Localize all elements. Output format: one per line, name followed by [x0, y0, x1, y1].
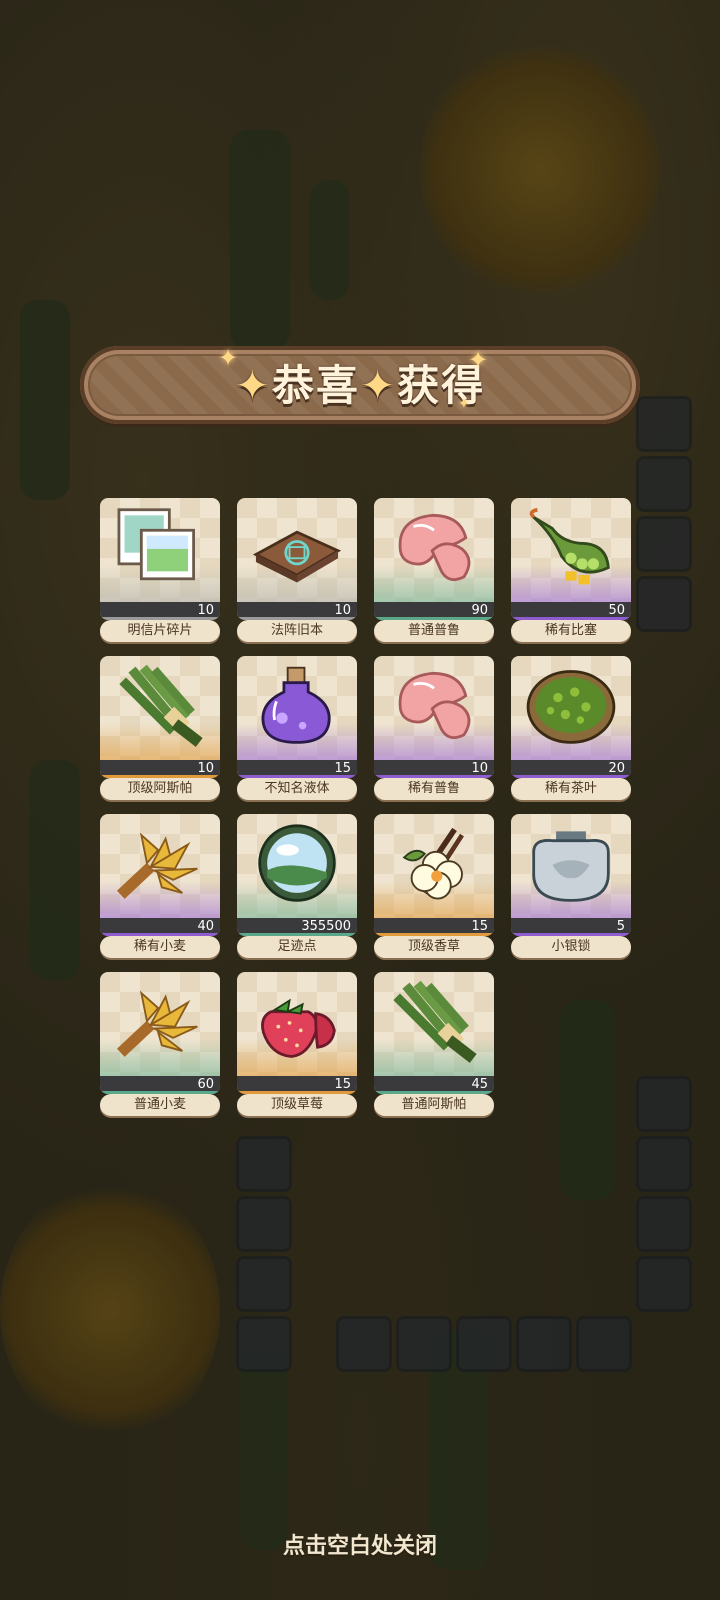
- item-frame: 10: [374, 656, 494, 778]
- asparagus-icon: [393, 980, 477, 1063]
- footprint-orb-icon: [258, 824, 336, 902]
- reward-item-card[interactable]: 10 顶级阿斯帕: [100, 656, 220, 800]
- item-frame: 60: [100, 972, 220, 1094]
- old-book-icon: [252, 530, 342, 583]
- item-frame: 10: [237, 498, 357, 620]
- item-frame: 15: [374, 814, 494, 936]
- item-count: 10: [100, 602, 220, 620]
- item-name: 明信片碎片: [100, 620, 220, 642]
- item-frame: 15: [237, 656, 357, 778]
- item-name: 小银锁: [511, 936, 631, 958]
- reward-item-card[interactable]: 90 普通普鲁: [374, 498, 494, 642]
- item-frame: 45: [374, 972, 494, 1094]
- reward-item-card[interactable]: 45 普通阿斯帕: [374, 972, 494, 1116]
- reward-item-card[interactable]: 15 顶级香草: [374, 814, 494, 958]
- reward-item-card[interactable]: 15 不知名液体: [237, 656, 357, 800]
- modal-overlay[interactable]: [0, 0, 720, 1600]
- item-frame: 20: [511, 656, 631, 778]
- item-name: 普通小麦: [100, 1094, 220, 1116]
- sparkle-icon: ✦: [458, 396, 470, 412]
- wheat-icon: [116, 832, 198, 899]
- banner-title-part1: 恭喜: [271, 361, 360, 410]
- tea-leaves-icon: [526, 670, 616, 744]
- wheat-icon: [116, 990, 198, 1057]
- item-name: 足迹点: [237, 936, 357, 958]
- item-name: 普通普鲁: [374, 620, 494, 642]
- item-count: 355500: [237, 918, 357, 936]
- item-count: 90: [374, 602, 494, 620]
- banner-title: ✦恭喜✦获得: [80, 346, 640, 424]
- item-count: 15: [237, 760, 357, 778]
- item-frame: 5: [511, 814, 631, 936]
- reward-item-card[interactable]: 10 稀有普鲁: [374, 656, 494, 800]
- reward-item-card[interactable]: 50 稀有比塞: [511, 498, 631, 642]
- potion-icon: [261, 666, 331, 744]
- reward-item-card[interactable]: 15 顶级草莓: [237, 972, 357, 1116]
- pink-mushroom-icon: [398, 513, 471, 582]
- item-frame: 15: [237, 972, 357, 1094]
- postcard-icon: [117, 508, 195, 581]
- item-frame: 50: [511, 498, 631, 620]
- item-frame: 10: [100, 498, 220, 620]
- sparkle-icon: ✦: [468, 346, 489, 374]
- item-count: 20: [511, 760, 631, 778]
- item-frame: 355500: [237, 814, 357, 936]
- item-count: 15: [237, 1076, 357, 1094]
- pea-pod-icon: [529, 507, 610, 585]
- item-count: 5: [511, 918, 631, 936]
- reward-item-card[interactable]: 10 明信片碎片: [100, 498, 220, 642]
- item-count: 15: [374, 918, 494, 936]
- silver-lock-icon: [532, 831, 610, 902]
- item-name: 普通阿斯帕: [374, 1094, 494, 1116]
- item-name: 不知名液体: [237, 778, 357, 800]
- reward-item-card[interactable]: 40 稀有小麦: [100, 814, 220, 958]
- reward-item-card[interactable]: 10 法阵旧本: [237, 498, 357, 642]
- item-name: 稀有茶叶: [511, 778, 631, 800]
- item-name: 法阵旧本: [237, 620, 357, 642]
- reward-item-card[interactable]: 20 稀有茶叶: [511, 656, 631, 800]
- reward-item-card[interactable]: 355500 足迹点: [237, 814, 357, 958]
- pink-mushroom-icon: [398, 671, 471, 740]
- item-name: 顶级香草: [374, 936, 494, 958]
- asparagus-icon: [119, 664, 203, 747]
- item-name: 稀有小麦: [100, 936, 220, 958]
- sparkle-icon: ✦: [218, 344, 239, 372]
- item-name: 顶级阿斯帕: [100, 778, 220, 800]
- item-frame: 10: [100, 656, 220, 778]
- item-name: 顶级草莓: [237, 1094, 357, 1116]
- item-frame: 40: [100, 814, 220, 936]
- sparkle-icon: ✦: [234, 361, 272, 410]
- item-frame: 90: [374, 498, 494, 620]
- close-hint[interactable]: 点击空白处关闭: [0, 1528, 720, 1560]
- item-count: 10: [237, 602, 357, 620]
- item-name: 稀有比塞: [511, 620, 631, 642]
- item-count: 10: [100, 760, 220, 778]
- reward-item-card[interactable]: 5 小银锁: [511, 814, 631, 958]
- item-count: 40: [100, 918, 220, 936]
- vanilla-flower-icon: [402, 827, 464, 900]
- item-name: 稀有普鲁: [374, 778, 494, 800]
- item-count: 10: [374, 760, 494, 778]
- sparkle-icon: ✦: [360, 361, 398, 410]
- reward-banner: ✦恭喜✦获得 ✦ ✦ ✦: [80, 344, 640, 424]
- strawberry-icon: [261, 998, 336, 1058]
- item-count: 50: [511, 602, 631, 620]
- reward-item-card[interactable]: 60 普通小麦: [100, 972, 220, 1116]
- item-count: 60: [100, 1076, 220, 1094]
- item-count: 45: [374, 1076, 494, 1094]
